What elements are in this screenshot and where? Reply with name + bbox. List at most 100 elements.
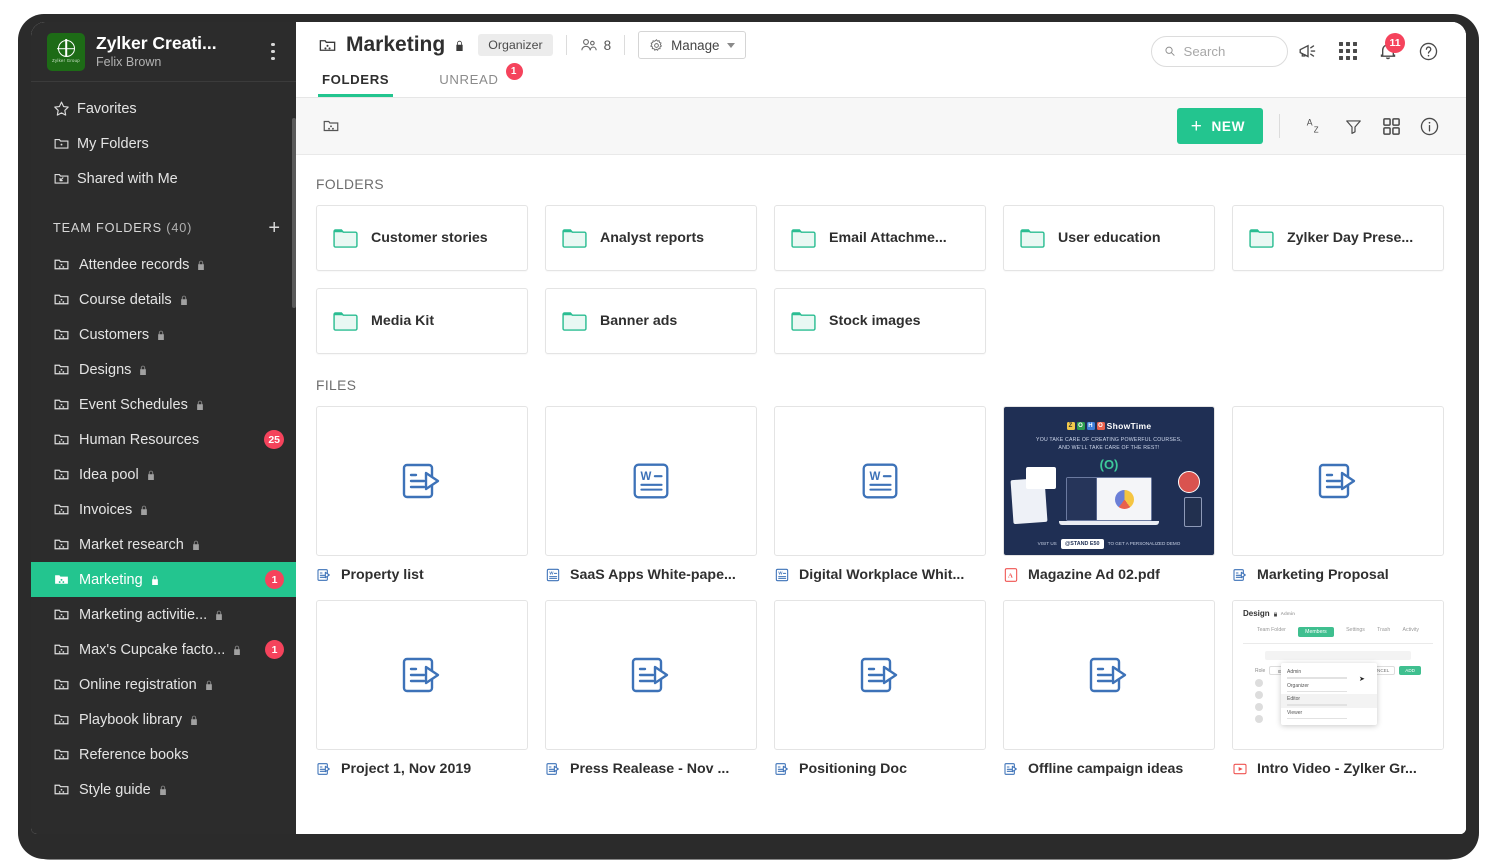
folder-card[interactable]: Media Kit xyxy=(316,288,528,354)
folder-card[interactable]: Email Attachme... xyxy=(774,205,986,271)
svg-text:W: W xyxy=(778,571,783,576)
video-option-line xyxy=(1287,691,1347,693)
svg-text:A: A xyxy=(1306,117,1312,127)
folder-card-name: Customer stories xyxy=(371,230,488,246)
sidebar-folder-attendee-records[interactable]: Attendee records xyxy=(31,247,296,282)
sidebar-folder-marketing[interactable]: Marketing 1 xyxy=(31,562,296,597)
video-icon xyxy=(1232,761,1248,777)
sidebar-folder-max-cupcake-factory[interactable]: Max's Cupcake facto... 1 xyxy=(31,632,296,667)
file-card[interactable]: Marketing Proposal xyxy=(1232,406,1444,583)
folder-card[interactable]: Banner ads xyxy=(545,288,757,354)
folder-card[interactable]: Stock images xyxy=(774,288,986,354)
video-divider xyxy=(1243,643,1433,644)
tab-folders[interactable]: FOLDERS xyxy=(318,72,393,97)
notifications-button[interactable]: 11 xyxy=(1368,31,1408,71)
file-thumbnail xyxy=(774,600,986,750)
team-folder-icon xyxy=(53,466,79,483)
sidebar-folder-designs[interactable]: Designs xyxy=(31,352,296,387)
ad-headline-2: AND WE'LL TAKE CARE OF THE REST! xyxy=(1004,445,1214,451)
sidebar-folder-marketing-activities[interactable]: Marketing activitie... xyxy=(31,597,296,632)
grid-view-button[interactable] xyxy=(1372,107,1410,145)
search-box[interactable] xyxy=(1151,36,1288,67)
sidebar-folder-customers[interactable]: Customers xyxy=(31,317,296,352)
folder-icon xyxy=(333,228,358,248)
sidebar-folder-playbook-library[interactable]: Playbook library xyxy=(31,702,296,737)
sidebar-folder-invoices[interactable]: Invoices xyxy=(31,492,296,527)
file-card[interactable]: Z O H O ShowTime YOU TAKE CARE OF CREATI… xyxy=(1003,406,1215,583)
members-icon xyxy=(580,37,598,53)
org-user: Felix Brown xyxy=(96,54,264,70)
team-folders-title: TEAM FOLDERS (40) xyxy=(53,221,268,235)
sidebar-folder-human-resources[interactable]: Human Resources 25 xyxy=(31,422,296,457)
sidebar-folder-reference-books[interactable]: Reference books xyxy=(31,737,296,772)
video-dropdown-option: Viewer xyxy=(1281,708,1377,722)
folder-card-name: Media Kit xyxy=(371,313,434,329)
file-name: Marketing Proposal xyxy=(1257,567,1389,583)
zoho-letter-o1: O xyxy=(1077,422,1085,430)
sidebar-folder-event-schedules[interactable]: Event Schedules xyxy=(31,387,296,422)
file-card[interactable]: Press Realease - Nov ... xyxy=(545,600,757,777)
file-thumbnail xyxy=(316,600,528,750)
video-email-input xyxy=(1265,651,1411,660)
writer-doc-icon xyxy=(1314,457,1362,505)
unread-badge: 1 xyxy=(265,640,284,659)
sort-az-button[interactable]: AZ xyxy=(1296,107,1334,145)
file-card[interactable]: W W Digital Workplace Whit... xyxy=(774,406,986,583)
search-input[interactable] xyxy=(1184,44,1275,59)
apps-button[interactable] xyxy=(1328,31,1368,71)
notification-badge: 11 xyxy=(1385,33,1405,53)
lock-icon xyxy=(150,574,160,586)
sidebar: Zylker Group Zylker Creati... Felix Brow… xyxy=(31,22,296,834)
file-name-row: Offline campaign ideas xyxy=(1003,761,1215,777)
sidebar-folder-style-guide[interactable]: Style guide xyxy=(31,772,296,807)
info-button[interactable] xyxy=(1410,107,1448,145)
cursor-pointer-icon: ➤ xyxy=(1359,675,1365,683)
sidebar-folder-label: Customers xyxy=(79,327,149,343)
folder-card-name: Banner ads xyxy=(600,313,677,329)
file-card[interactable]: Offline campaign ideas xyxy=(1003,600,1215,777)
folder-card[interactable]: Analyst reports xyxy=(545,205,757,271)
new-button[interactable]: + NEW xyxy=(1177,108,1263,144)
lock-icon xyxy=(189,714,199,726)
word-doc-icon: W xyxy=(628,458,674,504)
file-card[interactable]: W W SaaS Apps White-pape... xyxy=(545,406,757,583)
sidebar-item-shared-with-me[interactable]: Shared with Me xyxy=(31,161,296,196)
sidebar-scrollbar[interactable] xyxy=(292,118,296,308)
team-folder-icon xyxy=(318,36,337,55)
org-menu-button[interactable] xyxy=(264,43,282,60)
tab-unread[interactable]: UNREAD 1 xyxy=(435,72,502,97)
help-button[interactable] xyxy=(1408,31,1448,71)
folder-card-name: Stock images xyxy=(829,313,920,329)
file-card[interactable]: Design Admin Team Folder Members Setting… xyxy=(1232,600,1444,777)
members-button[interactable]: 8 xyxy=(580,37,612,53)
team-folders-header: TEAM FOLDERS (40) + xyxy=(31,202,296,247)
sidebar-item-my-folders[interactable]: My Folders xyxy=(31,126,296,161)
file-card[interactable]: Project 1, Nov 2019 xyxy=(316,600,528,777)
folder-card[interactable]: User education xyxy=(1003,205,1215,271)
folder-card[interactable]: Customer stories xyxy=(316,205,528,271)
file-card[interactable]: Property list xyxy=(316,406,528,583)
video-option-line xyxy=(1287,704,1347,706)
sidebar-item-favorites[interactable]: Favorites xyxy=(31,91,296,126)
file-thumbnail xyxy=(1232,406,1444,556)
lock-icon xyxy=(138,364,148,376)
writer-doc-icon xyxy=(774,761,790,777)
filter-icon xyxy=(1344,117,1363,136)
file-card[interactable]: Positioning Doc xyxy=(774,600,986,777)
announcement-button[interactable] xyxy=(1288,31,1328,71)
team-folder-icon xyxy=(53,676,79,693)
role-chip[interactable]: Organizer xyxy=(478,34,552,56)
top-bar-right: 11 xyxy=(1151,28,1448,74)
add-team-folder-button[interactable]: + xyxy=(268,218,280,238)
sidebar-folder-online-registration[interactable]: Online registration xyxy=(31,667,296,702)
sidebar-folder-market-research[interactable]: Market research xyxy=(31,527,296,562)
filter-button[interactable] xyxy=(1334,107,1372,145)
manage-button[interactable]: Manage xyxy=(638,31,745,59)
sidebar-folder-course-details[interactable]: Course details xyxy=(31,282,296,317)
ad-footer: VISIT US @STAND E50 TO GET A PERSONALIZE… xyxy=(1004,539,1214,549)
breadcrumb-folder-icon[interactable] xyxy=(316,111,346,141)
sidebar-folder-idea-pool[interactable]: Idea pool xyxy=(31,457,296,492)
folder-card[interactable]: Zylker Day Prese... xyxy=(1232,205,1444,271)
showtime-ad-thumbnail: Z O H O ShowTime YOU TAKE CARE OF CREATI… xyxy=(1004,407,1214,555)
file-name: SaaS Apps White-pape... xyxy=(570,567,736,583)
